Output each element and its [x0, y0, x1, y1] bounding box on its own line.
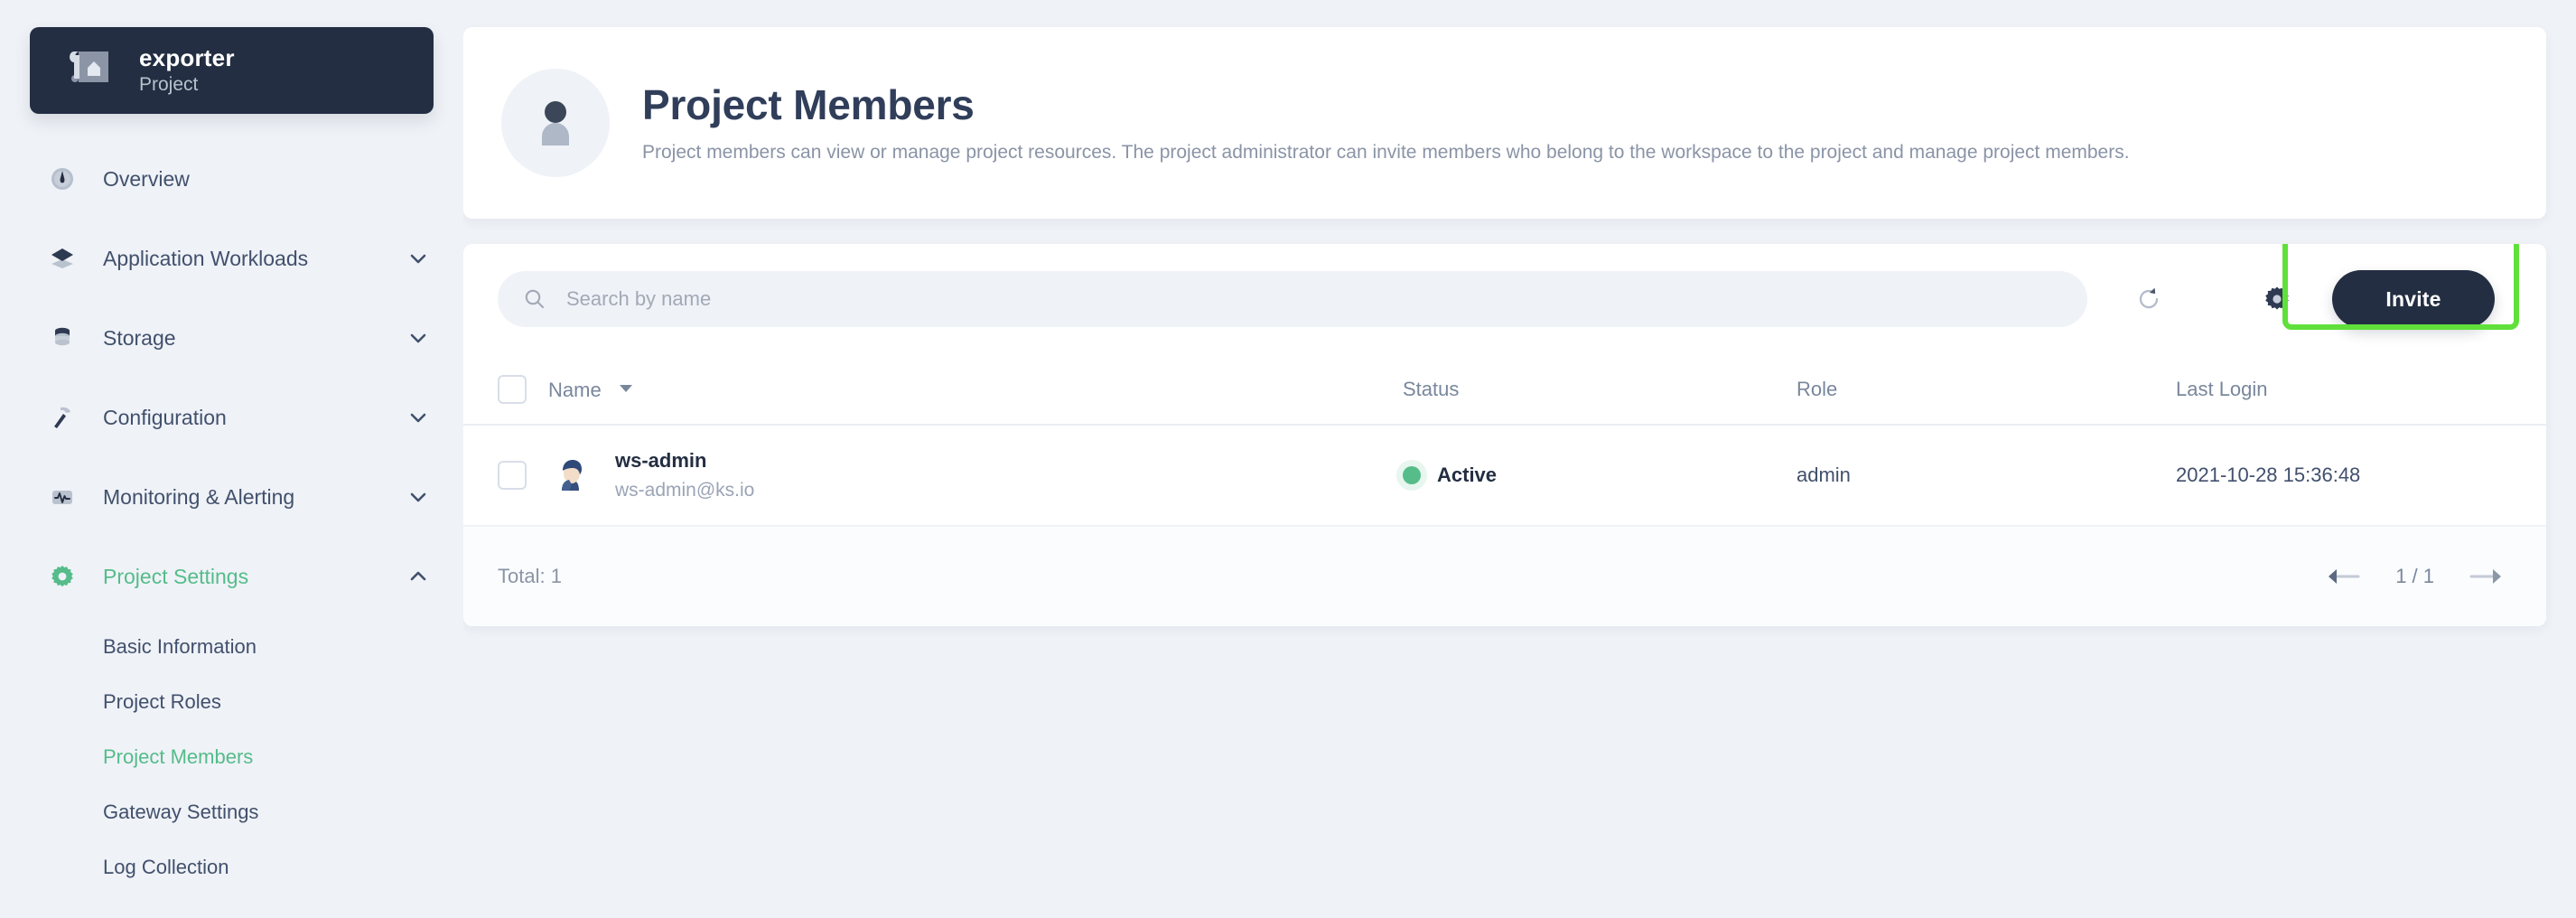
status-badge: Active [1437, 463, 1497, 488]
table-toolbar: Invite [463, 244, 2546, 354]
table-header-row: Name Status Role Last Login [463, 354, 2546, 425]
sidebar-item-project-roles[interactable]: Project Roles [0, 679, 463, 726]
hammer-icon [47, 402, 78, 433]
database-icon [47, 323, 78, 353]
main-content: Project Members Project members can view… [463, 0, 2576, 918]
project-card[interactable]: exporter Project [30, 27, 434, 114]
project-blueprint-icon [63, 42, 119, 98]
invite-button[interactable]: Invite [2332, 270, 2495, 328]
chevron-down-icon[interactable] [406, 326, 430, 350]
table-footer: Total: 1 1 / 1 [463, 527, 2546, 626]
sidebar-item-gateway-settings[interactable]: Gateway Settings [0, 789, 463, 836]
project-name: exporter [139, 44, 235, 72]
gauge-icon [47, 164, 78, 194]
search-box[interactable] [498, 271, 2087, 327]
gear-icon [47, 561, 78, 592]
pulse-icon [47, 482, 78, 512]
sidebar-item-label: Overview [103, 165, 430, 192]
table-head: Name Status Role Last Login [463, 354, 2546, 425]
sidebar-item-label: Monitoring & Alerting [103, 483, 406, 511]
refresh-button[interactable] [2120, 270, 2178, 328]
search-input[interactable] [566, 286, 2087, 313]
select-all-header [463, 354, 548, 425]
page-indicator: 1 / 1 [2395, 564, 2434, 589]
sidebar-item-log-collection[interactable]: Log Collection [0, 844, 463, 891]
caret-down-icon[interactable] [618, 375, 634, 400]
layers-icon [47, 243, 78, 274]
app-root: exporter Project Overview [0, 0, 2576, 918]
column-header-name[interactable]: Name [548, 354, 1403, 425]
sidebar-nav: Overview Application Workloads [0, 152, 463, 891]
row-checkbox[interactable] [498, 461, 527, 490]
member-last-login: 2021-10-28 15:36:48 [2176, 464, 2360, 486]
avatar [548, 454, 592, 497]
sidebar: exporter Project Overview [0, 0, 463, 918]
member-email: ws-admin@ks.io [615, 478, 754, 503]
sidebar-item-storage[interactable]: Storage [0, 311, 463, 365]
row-role-cell: admin [1797, 425, 2176, 526]
column-header-last-login: Last Login [2176, 354, 2546, 425]
sidebar-item-basic-information[interactable]: Basic Information [0, 623, 463, 670]
sidebar-item-label: Project Settings [103, 563, 406, 590]
table-row[interactable]: ws-admin ws-admin@ks.io Active [463, 425, 2546, 526]
pagination: 1 / 1 [2318, 550, 2512, 603]
search-icon [521, 286, 548, 313]
invite-button-wrapper: Invite [2315, 270, 2512, 328]
row-select-cell [463, 425, 548, 526]
total-count: Total: 1 [498, 564, 562, 589]
members-table: Name Status Role Last Login [463, 354, 2546, 527]
next-page-button[interactable] [2459, 550, 2512, 603]
select-all-checkbox[interactable] [498, 375, 527, 404]
project-card-text: exporter Project [139, 44, 235, 98]
project-type-label: Project [139, 72, 235, 98]
chevron-down-icon[interactable] [406, 485, 430, 509]
chevron-down-icon[interactable] [406, 247, 430, 270]
member-name: ws-admin [615, 448, 754, 473]
page-header-text: Project Members Project members can view… [642, 80, 2130, 166]
sidebar-item-overview[interactable]: Overview [0, 152, 463, 206]
page-title: Project Members [642, 80, 2130, 130]
member-role: admin [1797, 464, 1851, 486]
row-name-text: ws-admin ws-admin@ks.io [615, 448, 754, 503]
prev-page-button[interactable] [2318, 550, 2370, 603]
row-name-cell: ws-admin ws-admin@ks.io [548, 425, 1403, 526]
sidebar-item-project-settings[interactable]: Project Settings [0, 549, 463, 604]
sidebar-item-label: Storage [103, 324, 406, 351]
sidebar-item-label: Configuration [103, 404, 406, 431]
sidebar-item-monitoring-alerting[interactable]: Monitoring & Alerting [0, 470, 463, 524]
page-description: Project members can view or manage proje… [642, 139, 2130, 166]
sidebar-item-project-members[interactable]: Project Members [0, 734, 463, 781]
sidebar-item-configuration[interactable]: Configuration [0, 390, 463, 445]
status-dot-icon [1403, 466, 1421, 484]
sidebar-item-label: Application Workloads [103, 245, 406, 272]
row-status-cell: Active [1403, 425, 1797, 526]
chevron-up-icon[interactable] [406, 565, 430, 588]
chevron-down-icon[interactable] [406, 406, 430, 429]
sidebar-submenu-project-settings: Basic Information Project Roles Project … [0, 623, 463, 891]
table-settings-button[interactable] [2248, 270, 2306, 328]
sidebar-item-application-workloads[interactable]: Application Workloads [0, 231, 463, 286]
column-header-status: Status [1403, 354, 1797, 425]
members-list-card: Invite Name [463, 244, 2546, 626]
column-header-name-label: Name [548, 379, 602, 401]
row-last-login-cell: 2021-10-28 15:36:48 [2176, 425, 2546, 526]
column-header-role: Role [1797, 354, 2176, 425]
table-body: ws-admin ws-admin@ks.io Active [463, 425, 2546, 526]
page-header-card: Project Members Project members can view… [463, 27, 2546, 219]
user-avatar-icon [501, 69, 610, 177]
